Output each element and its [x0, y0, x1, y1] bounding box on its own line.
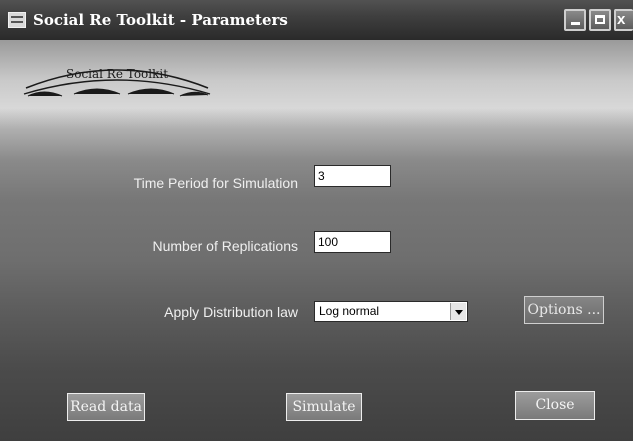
time-period-input[interactable] [314, 165, 391, 187]
replications-input[interactable] [314, 231, 391, 253]
window-content: Social Re Toolkit Time Period for Simula… [0, 40, 633, 441]
distribution-label: Apply Distribution law [164, 304, 298, 320]
simulate-button[interactable]: Simulate [286, 393, 362, 421]
maximize-button[interactable] [589, 9, 611, 31]
maximize-icon [595, 15, 605, 24]
options-button[interactable]: Options ... [524, 296, 604, 324]
replications-label: Number of Replications [152, 238, 298, 254]
read-data-button[interactable]: Read data [67, 393, 145, 421]
window-close-button[interactable]: x [614, 9, 633, 31]
logo-text: Social Re Toolkit [66, 67, 169, 81]
toolkit-logo: Social Re Toolkit [22, 58, 212, 98]
minimize-icon [571, 22, 580, 25]
minimize-button[interactable] [564, 9, 586, 31]
distribution-select[interactable]: Log normal [314, 301, 468, 322]
window-title: Social Re Toolkit - Parameters [33, 11, 288, 29]
parameters-window: Social Re Toolkit - Parameters x Social … [0, 0, 633, 441]
close-icon: x [617, 11, 626, 28]
title-bar[interactable]: Social Re Toolkit - Parameters x [0, 0, 633, 40]
close-button[interactable]: Close [515, 391, 595, 420]
app-window-icon[interactable] [8, 12, 26, 28]
distribution-selected-value: Log normal [319, 304, 380, 318]
time-period-label: Time Period for Simulation [133, 175, 298, 191]
chevron-down-icon[interactable] [450, 303, 466, 320]
